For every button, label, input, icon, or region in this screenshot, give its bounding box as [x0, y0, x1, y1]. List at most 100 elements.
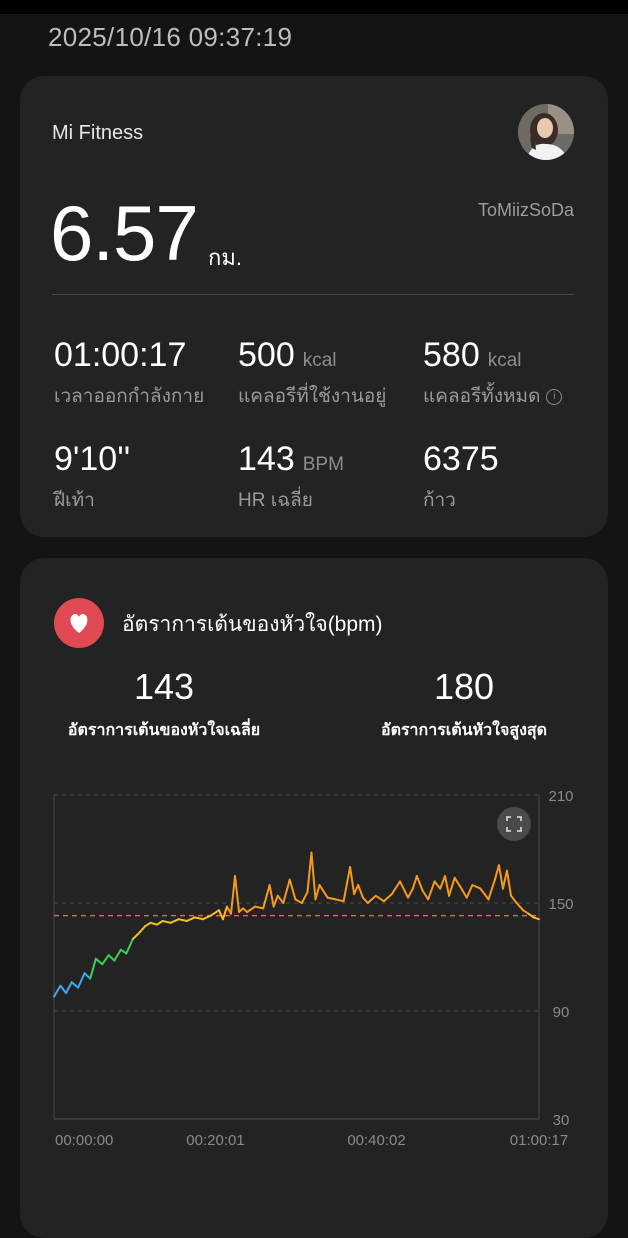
- stat-label: ก้าว: [423, 490, 456, 511]
- hr-line-segment: [459, 885, 468, 899]
- hr-line-segment: [125, 938, 134, 955]
- avatar-image: [518, 104, 574, 160]
- hr-line-segment: [349, 866, 356, 895]
- hr-line-segment: [415, 875, 424, 892]
- hr-line-segment: [77, 972, 86, 989]
- x-tick-label: 00:40:02: [347, 1132, 405, 1149]
- hr-line-segment: [113, 948, 122, 962]
- hr-line-segment: [70, 981, 80, 989]
- hr-line-segment: [522, 909, 530, 915]
- hr-line-segment: [65, 981, 73, 994]
- workout-timestamp: 2025/10/16 09:37:19: [48, 22, 293, 52]
- stat-duration: 01:00:17 เวลาออกกำลังกาย: [54, 336, 204, 411]
- hr-line-segment: [262, 884, 271, 910]
- hr-line-segment: [59, 984, 68, 994]
- hr-line-segment: [83, 972, 92, 980]
- expand-button-bg: [497, 807, 531, 841]
- hr-line-segment: [382, 893, 393, 903]
- hr-line-segment: [487, 878, 496, 901]
- hr-line-segment: [505, 869, 513, 897]
- x-tick-label: 00:00:00: [55, 1132, 113, 1149]
- distance-unit: กม.: [208, 245, 242, 270]
- stat-value: 580: [423, 336, 480, 374]
- hr-line-segment: [448, 876, 456, 897]
- stat-active-calories: 500 kcal แคลอรีที่ใช้งานอยู่: [238, 336, 386, 411]
- hr-line-segment: [453, 876, 462, 888]
- hr-line-segment: [471, 884, 482, 890]
- heart-rate-chart[interactable]: 210 150 90 30 00:00:00 00:20:01 00:40:02 01:00:…: [20, 558, 608, 1178]
- stat-unit: kcal: [487, 350, 522, 371]
- hr-line-segment: [334, 898, 345, 903]
- stat-value: 143: [238, 440, 295, 478]
- hr-line-segment: [444, 875, 451, 897]
- hr-line-segment: [161, 920, 172, 924]
- hr-line-segment: [177, 918, 188, 922]
- hr-line-segment: [433, 880, 442, 890]
- stat-unit: BPM: [302, 454, 344, 475]
- hr-line-segment: [390, 880, 401, 895]
- hr-line-segment: [479, 887, 490, 901]
- hr-line-segment: [107, 954, 116, 962]
- stat-avg-hr: 143 BPM HR เฉลี่ย: [238, 440, 344, 515]
- expand-chart-button[interactable]: [497, 807, 531, 841]
- stat-label-row: แคลอรีทั้งหมด i: [423, 381, 563, 411]
- hr-line-segment: [254, 905, 265, 910]
- stat-value: 01:00:17: [54, 336, 187, 374]
- hr-line-segment: [318, 884, 329, 899]
- stat-label: ฝีเท้า: [54, 490, 95, 511]
- hr-line-segment: [246, 905, 257, 913]
- stat-unit: kcal: [302, 350, 337, 371]
- hr-line-segment: [282, 878, 291, 904]
- hr-line-segment: [143, 921, 152, 928]
- hr-line-segment: [357, 884, 364, 899]
- status-bar: [0, 0, 628, 14]
- hr-line-segment: [101, 954, 110, 966]
- heart-rate-card[interactable]: อัตราการเต้นของหัวใจ(bpm) 143 อัตราการเต…: [20, 558, 608, 1238]
- stat-label: เวลาออกกำลังกาย: [54, 386, 205, 407]
- y-tick-label: 150: [548, 896, 573, 913]
- hr-line-segment: [532, 916, 540, 921]
- hr-line-segment: [276, 894, 285, 904]
- hr-line-segment: [510, 894, 518, 904]
- hr-line-segment: [515, 902, 525, 912]
- hr-line-segment: [353, 884, 360, 895]
- hr-line-segment: [374, 894, 385, 903]
- stat-total-calories: 580 kcal แคลอรีทั้งหมด i: [423, 336, 563, 411]
- hr-line-segment: [294, 898, 303, 904]
- hr-line-segment: [288, 878, 297, 901]
- hr-line-segment: [234, 875, 241, 913]
- hr-line-segment: [326, 896, 337, 901]
- app-name: Mi Fitness: [52, 122, 144, 144]
- workout-summary-card[interactable]: Mi Fitness ToMiizSoDa 6.57 กม. 01:00:17 …: [20, 76, 608, 537]
- y-tick-label: 210: [548, 788, 573, 805]
- hr-line-segment: [501, 869, 508, 890]
- hr-line-segment: [427, 880, 436, 901]
- hr-line-segment: [221, 905, 228, 921]
- hr-line-segment: [411, 875, 418, 890]
- hr-line-segment: [185, 916, 196, 922]
- y-tick-label: 90: [553, 1004, 570, 1021]
- hr-line-segment: [465, 884, 474, 899]
- hr-line-segment: [149, 921, 158, 926]
- stat-label: HR เฉลี่ย: [238, 490, 313, 511]
- hr-line-segment: [131, 932, 140, 940]
- hr-line-segment: [342, 866, 352, 903]
- hr-line-segment: [300, 891, 309, 904]
- hr-line-segment: [230, 875, 237, 915]
- hr-line-segment: [314, 884, 321, 901]
- hr-line-segment: [53, 984, 62, 998]
- stat-label: แคลอรีที่ใช้งานอยู่: [238, 386, 387, 407]
- hr-line-segment: [209, 909, 220, 917]
- stat-value: 9'10'': [54, 440, 131, 478]
- hr-line-segment: [155, 920, 164, 926]
- stat-label: แคลอรีทั้งหมด: [423, 386, 541, 407]
- hr-line-segment: [137, 925, 146, 935]
- hr-line-segment: [366, 894, 377, 904]
- info-icon[interactable]: i: [546, 388, 563, 405]
- hr-line-segment: [94, 957, 104, 966]
- stat-steps: 6375 ก้าว: [423, 440, 499, 515]
- hr-line-segment: [439, 875, 447, 890]
- avatar[interactable]: [518, 104, 574, 160]
- distance-value: 6.57: [50, 189, 199, 277]
- divider: [52, 294, 574, 295]
